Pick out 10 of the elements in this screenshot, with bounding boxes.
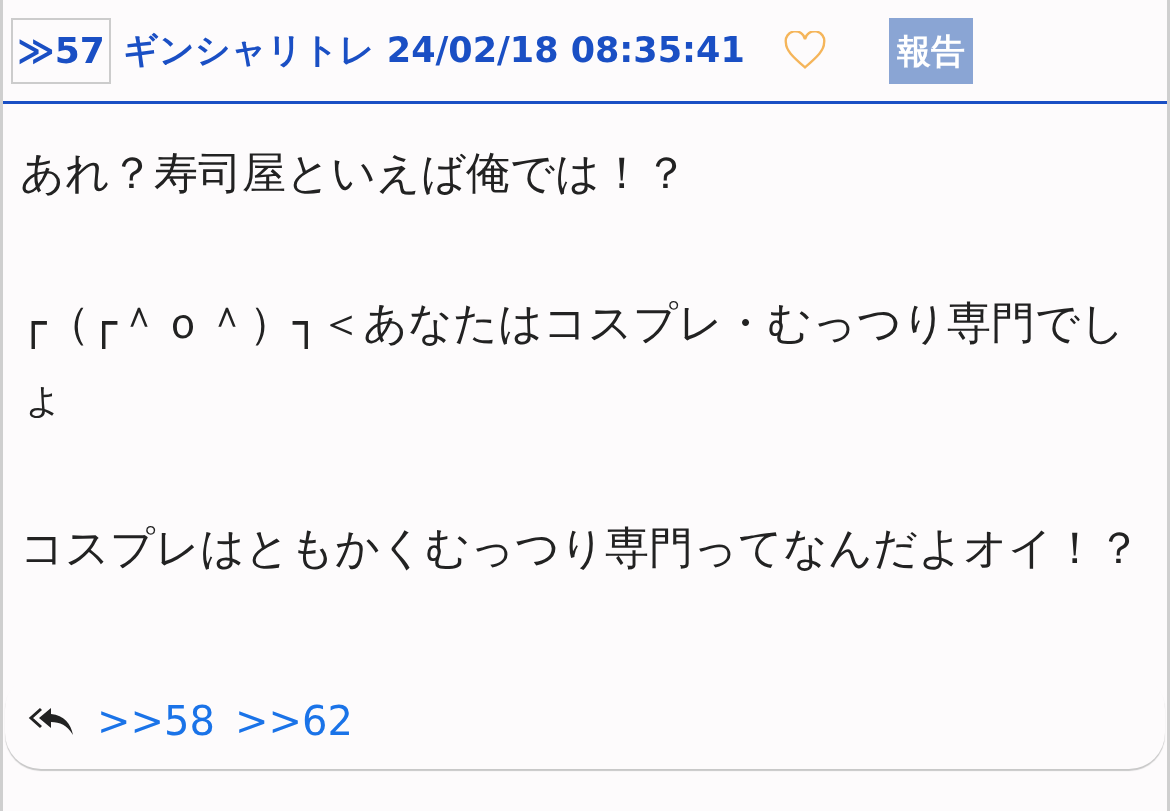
post-number[interactable]: ≫57 [11,17,111,84]
post-date: 24/02/18 08:35:41 [386,29,745,73]
reply-link[interactable]: >>58 [97,691,215,751]
poster-name: ギンシャリトレ [122,29,375,73]
post-text: あれ？寿司屋といえば俺では！？ [20,146,689,200]
report-button[interactable]: 報告 [888,17,973,84]
reply-link[interactable]: >>62 [234,691,353,751]
post-text: コスプレはともかくむっつり専門ってなんだよオイ！？ [20,521,1142,575]
post-text: ┌（┌＾ｏ＾）┐＜あなたはコスプレ・むっつり専門でしょ [20,296,1127,425]
reply-all-icon[interactable] [27,705,75,737]
